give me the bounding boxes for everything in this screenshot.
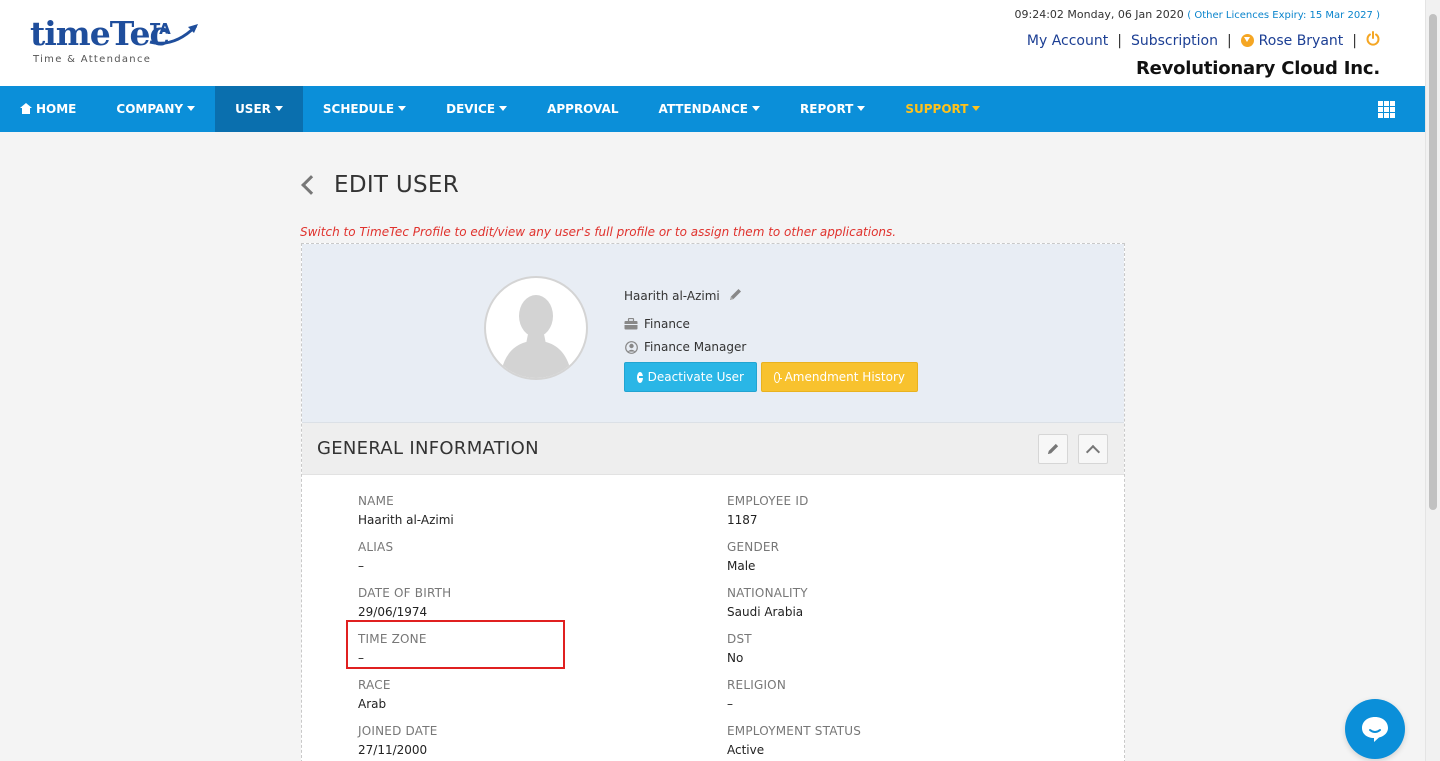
clock-icon bbox=[774, 371, 781, 383]
page-scrollbar[interactable] bbox=[1425, 0, 1440, 761]
field-employment-status: EMPLOYMENT STATUS Active bbox=[727, 724, 862, 757]
nav-company[interactable]: COMPANY bbox=[96, 86, 215, 132]
user-menu[interactable]: Rose Bryant bbox=[1240, 32, 1344, 49]
clock-line: 09:24:02 Monday, 06 Jan 2020 ( Other Lic… bbox=[1015, 8, 1381, 21]
my-account-link[interactable]: My Account bbox=[1027, 33, 1108, 49]
caret-down-icon bbox=[499, 106, 508, 111]
user-name: Rose Bryant bbox=[1258, 32, 1344, 49]
edit-general-button[interactable] bbox=[1038, 434, 1068, 464]
logo-suffix: TA bbox=[150, 20, 171, 38]
avatar-silhouette-icon bbox=[500, 295, 572, 378]
nav-support[interactable]: SUPPORT bbox=[885, 86, 1000, 132]
field-date-of-birth: DATE OF BIRTH 29/06/1974 bbox=[358, 586, 452, 619]
user-circle-icon bbox=[624, 340, 638, 354]
subscription-link[interactable]: Subscription bbox=[1131, 33, 1218, 49]
amendment-history-button[interactable]: Amendment History bbox=[761, 362, 918, 392]
position-row: Finance Manager bbox=[624, 340, 746, 354]
logo-tagline: Time & Attendance bbox=[33, 54, 152, 65]
account-bar: My Account | Subscription | Rose Bryant … bbox=[1027, 31, 1380, 50]
user-card: Haarith al-Azimi Finance Finance Manager… bbox=[301, 243, 1125, 761]
field-name: NAME Haarith al-Azimi bbox=[358, 494, 454, 527]
caret-down-icon bbox=[972, 106, 981, 111]
position-label: Finance Manager bbox=[644, 340, 747, 354]
grid-icon[interactable] bbox=[1378, 101, 1395, 118]
pencil-icon bbox=[1047, 443, 1059, 455]
page-title-bar: EDIT USER bbox=[300, 172, 459, 198]
caret-down-icon bbox=[398, 106, 407, 111]
user-badge-icon bbox=[1240, 34, 1254, 47]
profile-name-row: Haarith al-Azimi bbox=[624, 287, 743, 305]
department-label: Finance bbox=[644, 317, 690, 331]
deactivate-user-button[interactable]: Deactivate User bbox=[624, 362, 757, 392]
briefcase-icon bbox=[624, 318, 638, 330]
general-info-header: GENERAL INFORMATION bbox=[302, 423, 1124, 475]
general-info-title: GENERAL INFORMATION bbox=[317, 438, 539, 459]
field-dst: DST No bbox=[727, 632, 752, 665]
avatar bbox=[484, 276, 588, 380]
main-nav: HOME COMPANY USER SCHEDULE DEVICE APPROV… bbox=[0, 86, 1425, 132]
caret-down-icon bbox=[857, 106, 866, 111]
field-joined-date: JOINED DATE 27/11/2000 bbox=[358, 724, 438, 757]
field-race: RACE Arab bbox=[358, 678, 391, 711]
nav-device[interactable]: DEVICE bbox=[426, 86, 527, 132]
licence-expiry-link[interactable]: ( Other Licences Expiry: 15 Mar 2027 ) bbox=[1187, 10, 1380, 21]
caret-down-icon bbox=[187, 106, 196, 111]
chevron-up-icon bbox=[1085, 444, 1101, 459]
profile-panel: Haarith al-Azimi Finance Finance Manager… bbox=[302, 244, 1124, 423]
clock-time: 09:24:02 Monday, 06 Jan 2020 bbox=[1014, 8, 1184, 21]
pencil-icon[interactable] bbox=[728, 287, 743, 305]
field-nationality: NATIONALITY Saudi Arabia bbox=[727, 586, 808, 619]
department-row: Finance bbox=[624, 317, 690, 331]
power-icon[interactable] bbox=[1366, 31, 1380, 50]
home-icon bbox=[20, 103, 32, 114]
timetec-logo[interactable]: timeTec TA Time & Attendance bbox=[30, 14, 205, 69]
nav-home[interactable]: HOME bbox=[0, 86, 96, 132]
field-employee-id: EMPLOYEE ID 1187 bbox=[727, 494, 809, 527]
page-title: EDIT USER bbox=[334, 172, 460, 198]
field-alias: ALIAS – bbox=[358, 540, 394, 573]
profile-name: Haarith al-Azimi bbox=[624, 289, 720, 303]
caret-down-icon bbox=[274, 106, 283, 111]
nav-attendance[interactable]: ATTENDANCE bbox=[638, 86, 780, 132]
time-zone-highlight-box bbox=[346, 620, 565, 669]
switch-profile-message: Switch to TimeTec Profile to edit/view a… bbox=[300, 225, 897, 239]
nav-report[interactable]: REPORT bbox=[780, 86, 885, 132]
scroll-thumb[interactable] bbox=[1429, 14, 1437, 510]
nav-approval[interactable]: APPROVAL bbox=[527, 86, 638, 132]
minus-circle-icon bbox=[637, 371, 646, 383]
caret-down-icon bbox=[752, 106, 761, 111]
collapse-general-button[interactable] bbox=[1078, 434, 1108, 464]
nav-user[interactable]: USER bbox=[215, 86, 303, 132]
nav-schedule[interactable]: SCHEDULE bbox=[303, 86, 426, 132]
company-name: Revolutionary Cloud Inc. bbox=[1135, 58, 1380, 79]
field-gender: GENDER Male bbox=[727, 540, 780, 573]
chat-bubble-icon bbox=[1362, 717, 1388, 742]
top-header: timeTec TA Time & Attendance 09:24:02 Mo… bbox=[0, 0, 1425, 86]
chat-button[interactable] bbox=[1345, 699, 1405, 759]
back-chevron-icon[interactable] bbox=[301, 175, 321, 195]
field-religion: RELIGION – bbox=[727, 678, 787, 711]
